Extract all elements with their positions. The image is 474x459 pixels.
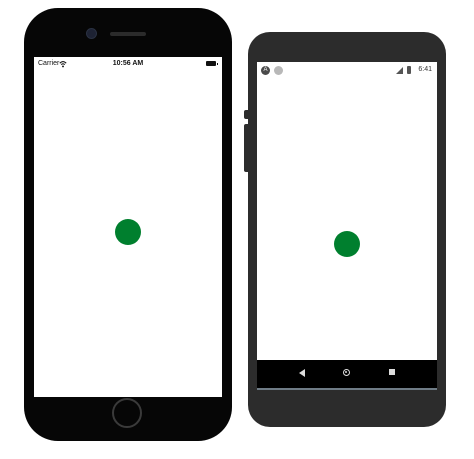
volume-button [244, 124, 248, 172]
green-dot[interactable] [334, 231, 360, 257]
ios-status-bar: Carrier 10:56 AM [34, 57, 222, 73]
camera-icon [86, 28, 97, 39]
iphone-screen[interactable]: Carrier 10:56 AM [34, 57, 222, 397]
recents-icon[interactable] [389, 369, 395, 375]
green-dot[interactable] [115, 219, 141, 245]
battery-icon [206, 61, 218, 66]
speaker-grille [110, 32, 146, 36]
app-icon: A [261, 66, 270, 75]
android-clock: 6:41 [418, 66, 432, 73]
home-icon[interactable] [343, 369, 350, 376]
home-button-icon[interactable] [112, 398, 142, 428]
notification-icon [274, 66, 283, 75]
signal-icon [396, 67, 403, 74]
android-screen[interactable]: A 6:41 [257, 62, 437, 390]
android-nav-bar [257, 360, 437, 390]
back-icon[interactable] [299, 369, 305, 377]
side-button [244, 110, 248, 119]
ios-clock: 10:56 AM [112, 60, 144, 67]
iphone-device: Carrier 10:56 AM [24, 8, 232, 441]
android-device: A 6:41 [244, 32, 446, 427]
battery-icon [407, 66, 411, 74]
android-status-bar: A 6:41 [257, 62, 437, 80]
